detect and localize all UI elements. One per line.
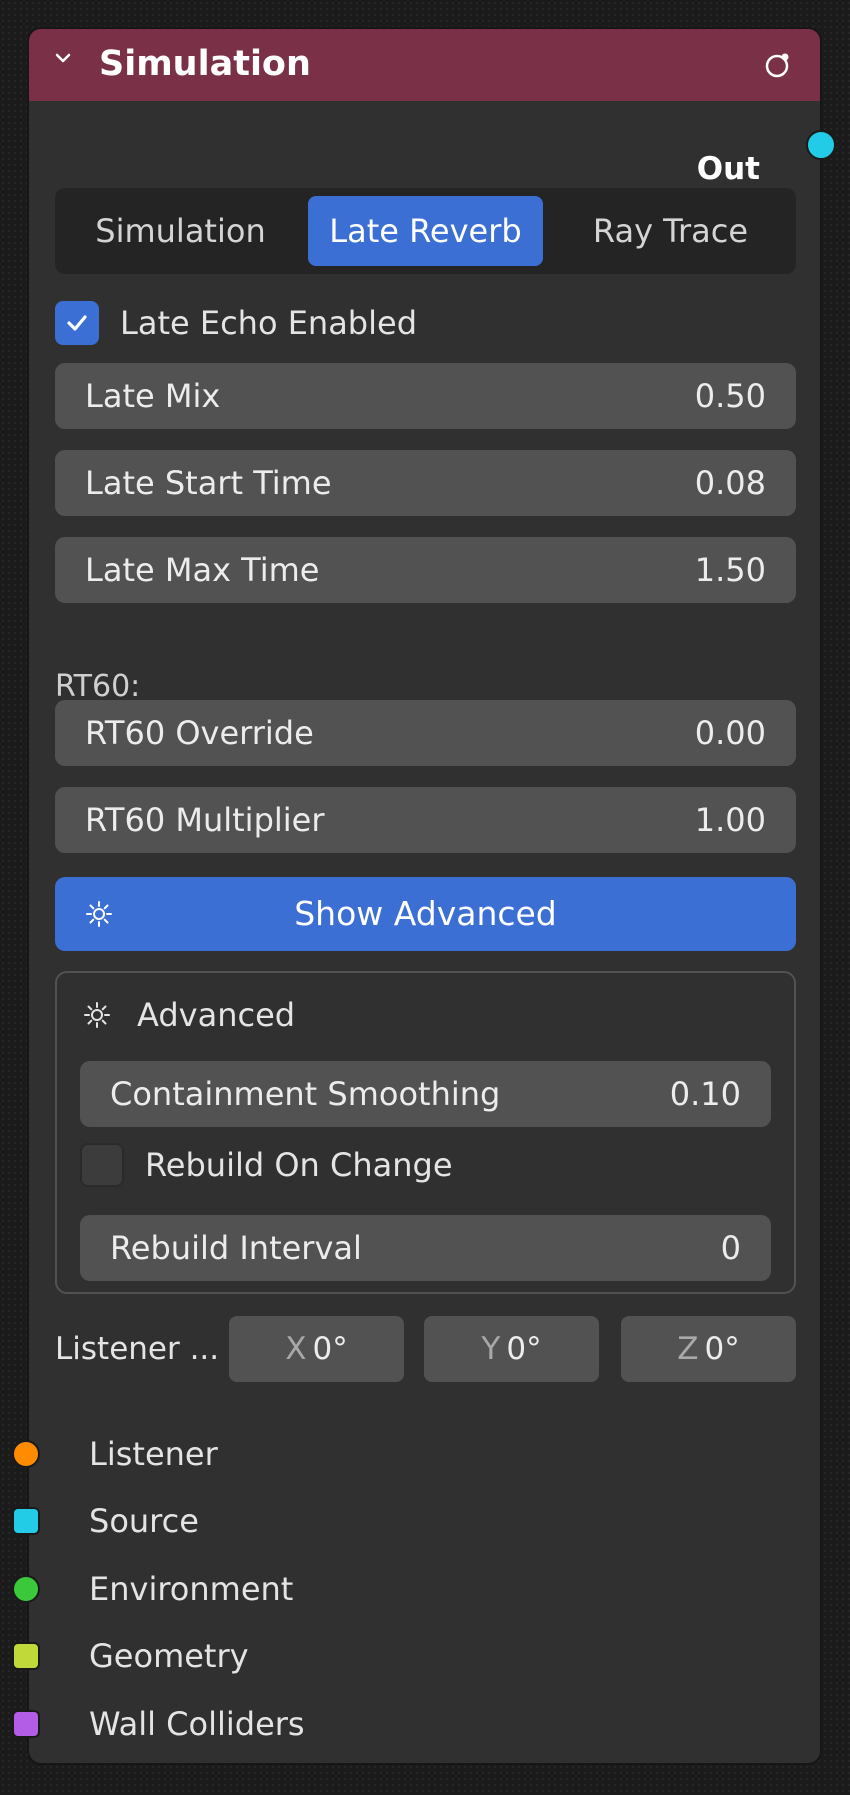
- x-axis-label: X: [285, 1331, 307, 1367]
- rebuild-interval-label: Rebuild Interval: [110, 1229, 362, 1267]
- simulation-node[interactable]: Simulation Out Simulation Late Reverb Ra…: [12, 27, 836, 1765]
- rebuild-on-change-label: Rebuild On Change: [145, 1146, 453, 1184]
- containment-smoothing-value: 0.10: [669, 1075, 741, 1113]
- rebuild-interval-field[interactable]: Rebuild Interval 0: [80, 1215, 771, 1281]
- listener-rotation-y-field[interactable]: Y 0°: [424, 1316, 599, 1382]
- wall-colliders-input-socket[interactable]: [12, 1710, 40, 1738]
- preview-toggle-icon[interactable]: [763, 50, 793, 80]
- show-advanced-label: Show Advanced: [294, 894, 557, 933]
- rt60-override-value: 0.00: [694, 714, 766, 752]
- late-max-time-label: Late Max Time: [85, 551, 320, 589]
- node-title: Simulation: [99, 44, 311, 84]
- y-axis-value: 0°: [506, 1331, 542, 1367]
- environment-input-label: Environment: [89, 1570, 294, 1608]
- late-max-time-value: 1.50: [694, 551, 766, 589]
- rt60-override-label: RT60 Override: [85, 714, 314, 752]
- output-label: Out: [696, 151, 760, 187]
- z-axis-label: Z: [677, 1331, 699, 1367]
- collapse-chevron-icon[interactable]: [53, 43, 73, 75]
- late-start-time-label: Late Start Time: [85, 464, 332, 502]
- geometry-input-socket[interactable]: [12, 1642, 40, 1670]
- containment-smoothing-field[interactable]: Containment Smoothing 0.10: [80, 1061, 771, 1127]
- show-advanced-button[interactable]: Show Advanced: [55, 877, 796, 951]
- advanced-panel: Advanced Containment Smoothing 0.10 Rebu…: [55, 971, 796, 1294]
- late-echo-enabled-label: Late Echo Enabled: [120, 304, 417, 342]
- output-socket[interactable]: [806, 130, 836, 160]
- rt60-override-field[interactable]: RT60 Override 0.00: [55, 700, 796, 766]
- tab-simulation[interactable]: Simulation: [63, 196, 298, 266]
- tab-bar: Simulation Late Reverb Ray Trace: [55, 188, 796, 274]
- geometry-input-label: Geometry: [89, 1637, 249, 1675]
- listener-rotation-x-field[interactable]: X 0°: [229, 1316, 404, 1382]
- rt60-multiplier-field[interactable]: RT60 Multiplier 1.00: [55, 787, 796, 853]
- late-echo-enabled-checkbox[interactable]: [55, 301, 99, 345]
- rebuild-on-change-checkbox[interactable]: [80, 1143, 124, 1187]
- z-axis-value: 0°: [704, 1331, 740, 1367]
- rebuild-interval-value: 0: [720, 1229, 741, 1267]
- late-mix-label: Late Mix: [85, 377, 221, 415]
- y-axis-label: Y: [481, 1331, 501, 1367]
- source-input-label: Source: [89, 1502, 199, 1540]
- wall-colliders-input-label: Wall Colliders: [89, 1705, 305, 1743]
- checkmark-icon: [67, 315, 87, 331]
- rt60-multiplier-value: 1.00: [694, 801, 766, 839]
- late-start-time-value: 0.08: [694, 464, 766, 502]
- source-input-socket[interactable]: [12, 1507, 40, 1535]
- x-axis-value: 0°: [312, 1331, 348, 1367]
- listener-input-socket[interactable]: [12, 1440, 40, 1468]
- late-start-time-field[interactable]: Late Start Time 0.08: [55, 450, 796, 516]
- advanced-title: Advanced: [137, 996, 296, 1034]
- late-mix-value: 0.50: [694, 377, 766, 415]
- rt60-multiplier-label: RT60 Multiplier: [85, 801, 325, 839]
- listener-input-label: Listener: [89, 1435, 218, 1473]
- listener-rotation-label: Listener ...: [55, 1331, 220, 1367]
- gear-icon: [86, 901, 112, 927]
- containment-smoothing-label: Containment Smoothing: [110, 1075, 501, 1113]
- node-header[interactable]: Simulation: [29, 29, 820, 101]
- late-max-time-field[interactable]: Late Max Time 1.50: [55, 537, 796, 603]
- environment-input-socket[interactable]: [12, 1575, 40, 1603]
- late-mix-field[interactable]: Late Mix 0.50: [55, 363, 796, 429]
- listener-rotation-z-field[interactable]: Z 0°: [621, 1316, 796, 1382]
- tab-ray-trace[interactable]: Ray Trace: [553, 196, 788, 266]
- tab-late-reverb[interactable]: Late Reverb: [308, 196, 543, 266]
- gear-icon: [84, 1002, 110, 1028]
